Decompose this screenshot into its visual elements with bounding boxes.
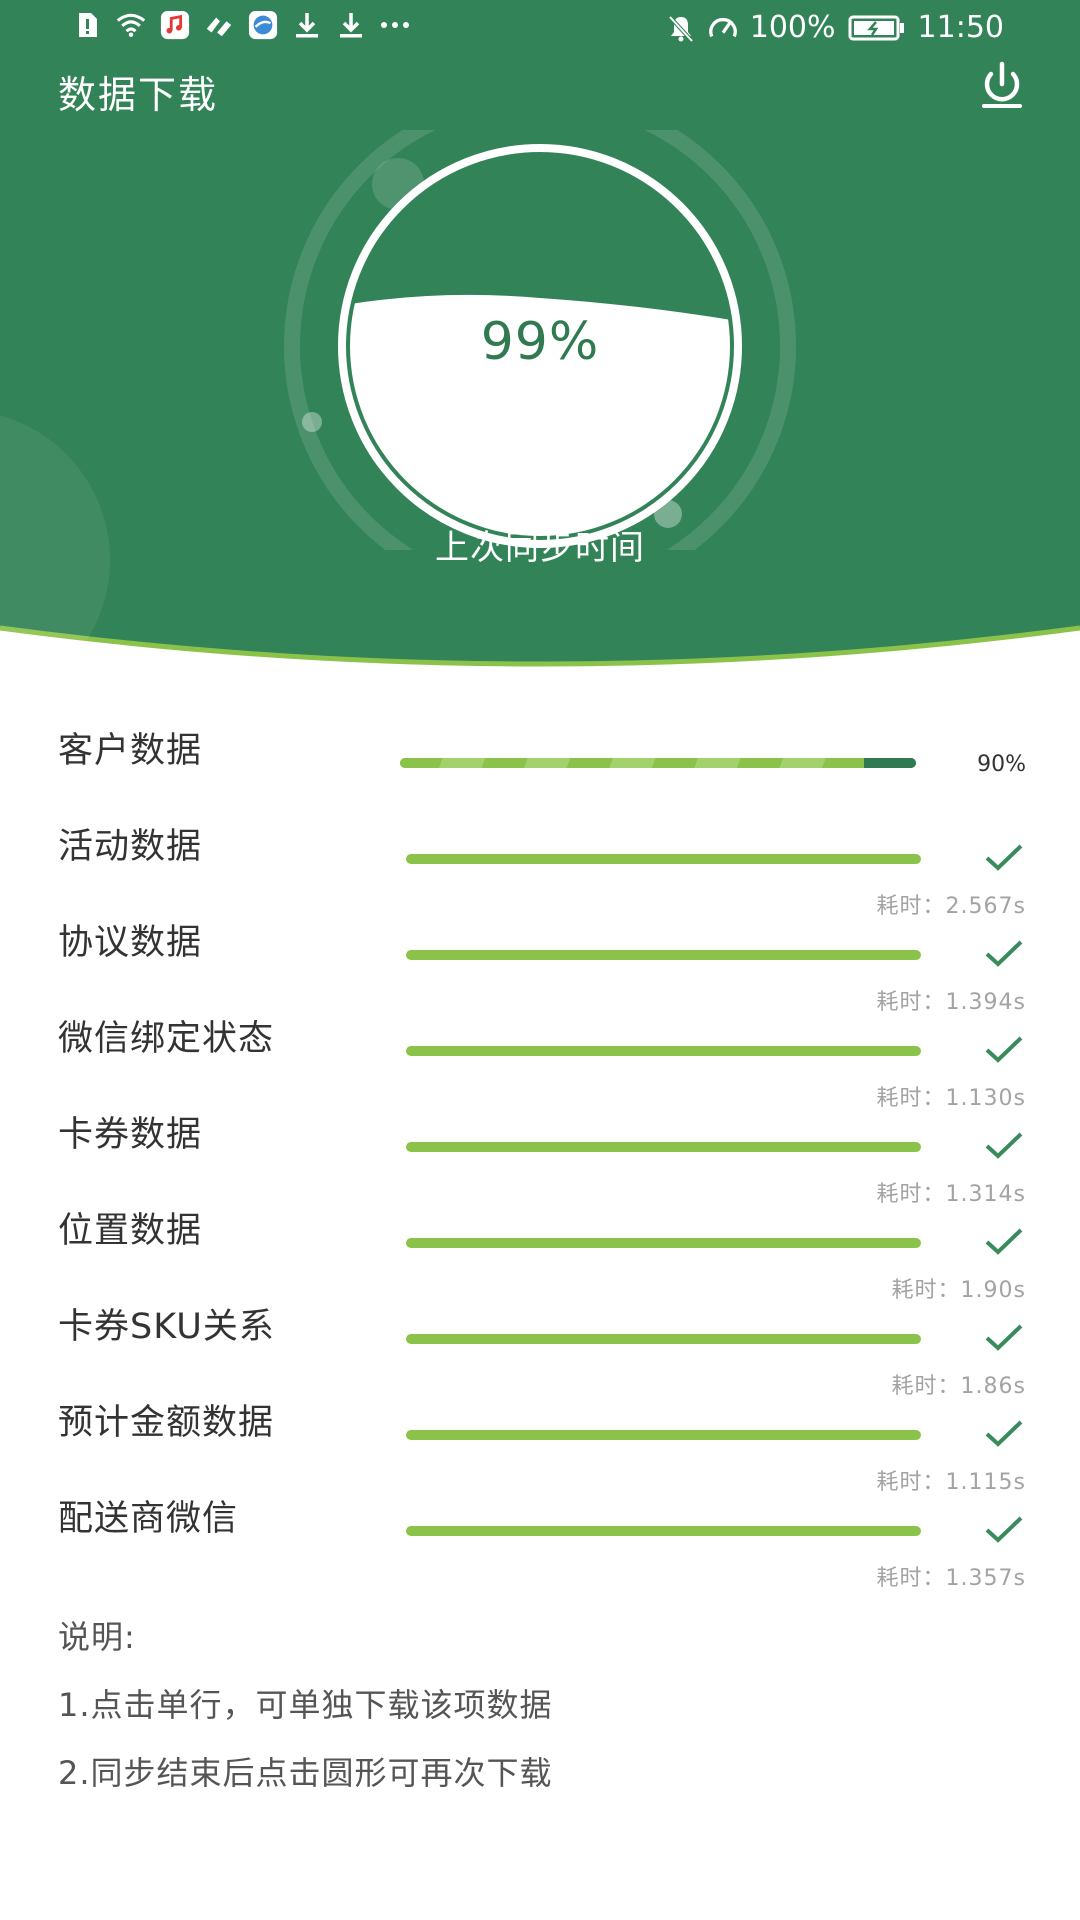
clock-time: 11:50 <box>917 10 1004 45</box>
check-icon <box>985 1036 1023 1063</box>
item-label: 预计金额数据 <box>58 1403 275 1443</box>
progress-remaining <box>864 758 916 768</box>
browser-app-icon <box>248 10 278 40</box>
progress-bar <box>406 854 921 864</box>
instructions-title: 说明: <box>58 1618 136 1656</box>
list-item-activity-data[interactable]: 活动数据 耗时：2.567s <box>0 818 1080 919</box>
instruction-line: 2.同步结束后点击圆形可再次下载 <box>58 1754 553 1792</box>
list-item-customer-data[interactable]: 客户数据 90% <box>0 722 1080 818</box>
progress-bar <box>406 1334 921 1344</box>
progress-bar <box>406 1046 921 1056</box>
sim-alert-icon <box>72 10 102 40</box>
progress-bar <box>400 758 916 768</box>
check-icon <box>985 1420 1023 1447</box>
sync-progress-text[interactable]: 99% <box>390 312 690 372</box>
check-icon <box>985 1132 1023 1159</box>
item-label: 卡券数据 <box>58 1115 203 1155</box>
progress-percent: 90% <box>977 752 1026 777</box>
item-label: 协议数据 <box>58 923 203 963</box>
list-item-estimated-amount[interactable]: 预计金额数据 耗时：1.115s <box>0 1394 1080 1495</box>
progress-bar <box>406 1526 921 1536</box>
progress-fill <box>400 758 865 768</box>
page-title: 数据下载 <box>58 73 219 117</box>
instructions: 说明: 1.点击单行，可单独下载该项数据 2.同步结束后点击圆形可再次下载 <box>58 1612 553 1816</box>
item-label: 卡券SKU关系 <box>58 1307 275 1347</box>
battery-icon <box>848 13 906 43</box>
battery-percent: 100% <box>749 10 836 45</box>
item-label: 配送商微信 <box>58 1499 239 1539</box>
list-item-distributor-wechat[interactable]: 配送商微信 耗时：1.357s <box>0 1490 1080 1591</box>
check-icon <box>985 1516 1023 1543</box>
list-item-agreement-data[interactable]: 协议数据 耗时：1.394s <box>0 914 1080 1015</box>
download-icon <box>292 10 322 40</box>
instruction-line: 1.点击单行，可单独下载该项数据 <box>58 1686 553 1724</box>
power-icon <box>982 61 1022 108</box>
elapsed-time: 耗时：1.357s <box>876 1566 1026 1591</box>
item-label: 位置数据 <box>58 1211 203 1251</box>
music-app-icon <box>160 10 190 40</box>
mute-icon <box>666 13 696 43</box>
list-item-location-data[interactable]: 位置数据 耗时：1.90s <box>0 1202 1080 1303</box>
check-icon <box>985 1228 1023 1255</box>
status-bar: 100% 11:50 <box>0 0 1080 58</box>
check-icon <box>985 1324 1023 1351</box>
list-item-coupon-sku[interactable]: 卡券SKU关系 耗时：1.86s <box>0 1298 1080 1399</box>
more-dots-icon <box>380 10 410 40</box>
item-label: 微信绑定状态 <box>58 1019 275 1059</box>
list-item-coupon-data[interactable]: 卡券数据 耗时：1.314s <box>0 1106 1080 1207</box>
item-label: 活动数据 <box>58 827 203 867</box>
speed-icon <box>708 13 738 43</box>
power-button[interactable] <box>976 60 1028 112</box>
check-icon <box>985 940 1023 967</box>
check-icon <box>985 844 1023 871</box>
signal-app-icon <box>204 10 234 40</box>
download-icon <box>336 10 366 40</box>
progress-bar <box>406 1142 921 1152</box>
last-sync-caption: 上次同步时间 <box>435 528 645 568</box>
orbit-dot <box>302 412 322 432</box>
progress-bar <box>406 1238 921 1248</box>
item-label: 客户数据 <box>58 731 203 771</box>
list-item-wechat-binding[interactable]: 微信绑定状态 耗时：1.130s <box>0 1010 1080 1111</box>
wifi-icon <box>116 10 146 40</box>
progress-bar <box>406 950 921 960</box>
progress-bar <box>406 1430 921 1440</box>
